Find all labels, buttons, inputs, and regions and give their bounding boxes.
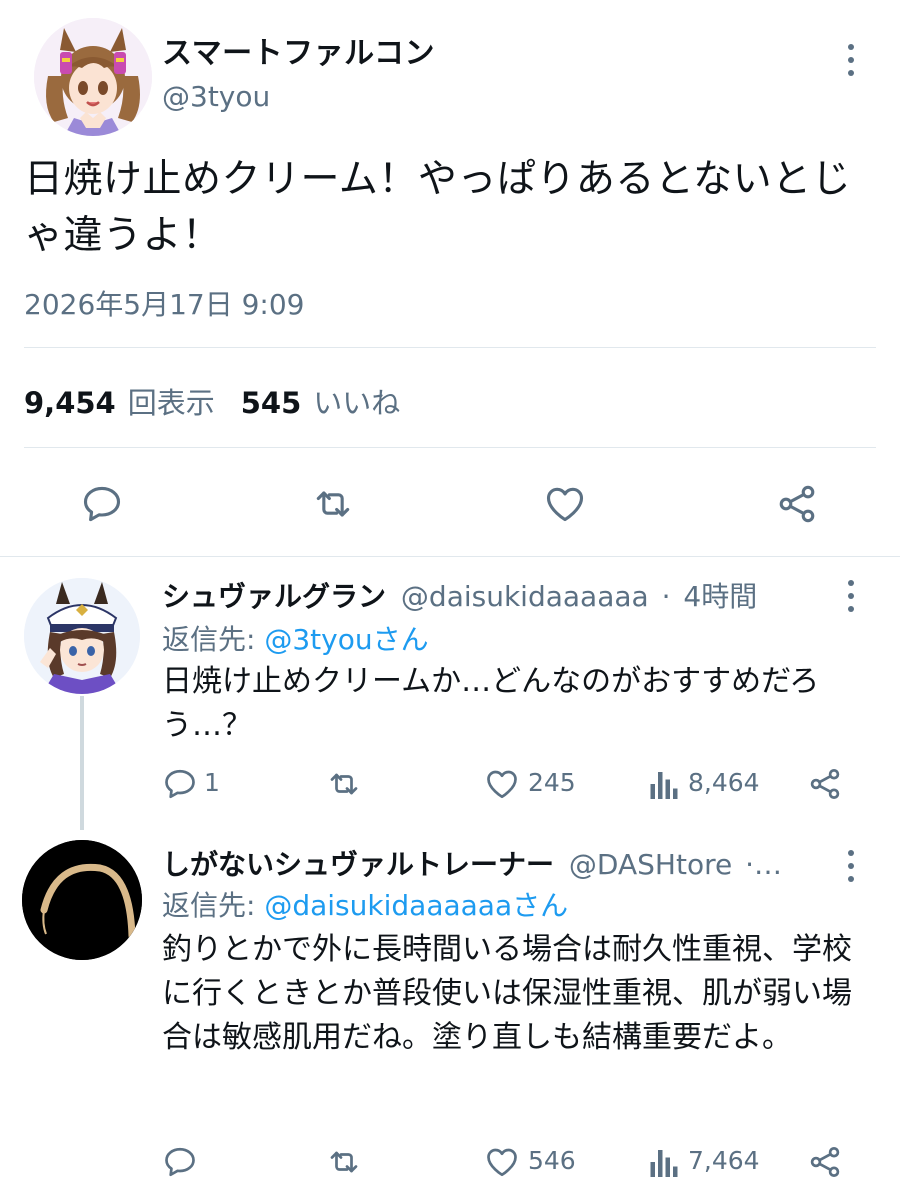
reply1-text: 日焼け止めクリームか…どんなのがおすすめだろう…？ [162, 664, 820, 743]
main-timestamp[interactable]: 2026年5月17日 9:09 [24, 283, 304, 323]
reply2-text: 釣りとかで外に長時間いる場合は耐久性重視、学校に行くときとか普段使いは保湿性重視… [162, 932, 852, 1055]
avatar-illustration [22, 840, 142, 960]
retweet-icon[interactable] [310, 482, 356, 526]
reply1-reply-to-link[interactable]: @3tyouさん [264, 623, 428, 656]
reply1-header: シュヴァルグラン @daisukidaaaaaa · 4時間 [162, 575, 832, 615]
reply2-avatar[interactable] [22, 840, 142, 960]
like-icon[interactable] [543, 482, 587, 526]
views-icon[interactable] [648, 1144, 680, 1180]
reply1-reply-to: 返信先: @3tyouさん [162, 618, 429, 658]
avatar-illustration [24, 578, 140, 694]
retweet-icon[interactable] [325, 766, 363, 802]
reply2-display-name[interactable]: しがないシュヴァルトレーナー [162, 848, 554, 881]
reply2-reply-prefix: 返信先: [162, 889, 265, 922]
divider [24, 347, 876, 348]
reply2-separator: ·… [745, 848, 783, 881]
reply-icon[interactable] [80, 482, 124, 526]
avatar-illustration [34, 18, 152, 136]
section-separator [0, 556, 900, 557]
reply1-like-count: 245 [528, 768, 576, 797]
reply1-time[interactable]: 4時間 [683, 580, 757, 613]
reply1-separator: · [661, 580, 671, 613]
retweet-icon[interactable] [325, 1144, 363, 1180]
views-label: 回表示 [127, 386, 215, 420]
reply1-avatar[interactable] [24, 578, 140, 694]
reply2-view-count: 7,464 [688, 1146, 760, 1175]
views-icon[interactable] [648, 766, 680, 802]
reply1-reply-prefix: 返信先: [162, 623, 265, 656]
main-tweet-text: 日焼け止めクリーム！やっぱりあるとないとじゃ違うよ！ [24, 157, 852, 258]
reply2-header: しがないシュヴァルトレーナー @DASHtore ·… [162, 843, 832, 883]
reply-icon[interactable] [162, 1144, 198, 1180]
views-count: 9,454 [24, 386, 116, 420]
reply2-reply-to: 返信先: @daisukidaaaaaaさん [162, 884, 568, 924]
main-avatar[interactable] [34, 18, 152, 136]
stats-row: 9,454 回表示 545 いいね [24, 380, 400, 422]
share-icon[interactable] [806, 1144, 844, 1180]
divider [24, 447, 876, 448]
like-icon[interactable] [484, 1144, 520, 1180]
reply1-reply-count: 1 [204, 768, 220, 797]
reply1-handle[interactable]: @daisukidaaaaaa [401, 580, 649, 613]
reply-icon[interactable] [162, 766, 198, 802]
reply1-display-name[interactable]: シュヴァルグラン [162, 580, 386, 613]
more-icon[interactable] [841, 576, 861, 612]
likes-label[interactable]: いいね [313, 380, 400, 422]
reply1-view-count: 8,464 [688, 768, 760, 797]
share-icon[interactable] [806, 766, 844, 802]
main-display-name[interactable]: スマートファルコン [162, 28, 435, 72]
more-icon[interactable] [841, 846, 861, 882]
reply2-reply-to-link[interactable]: @daisukidaaaaaaさん [264, 889, 568, 922]
thread-line [80, 696, 84, 830]
main-handle[interactable]: @3tyou [162, 80, 270, 113]
like-icon[interactable] [484, 766, 520, 802]
reply2-like-count: 546 [528, 1146, 576, 1175]
share-icon[interactable] [774, 482, 820, 526]
likes-count[interactable]: 545 [241, 386, 302, 420]
more-icon[interactable] [841, 40, 861, 76]
reply2-handle[interactable]: @DASHtore [569, 848, 732, 881]
